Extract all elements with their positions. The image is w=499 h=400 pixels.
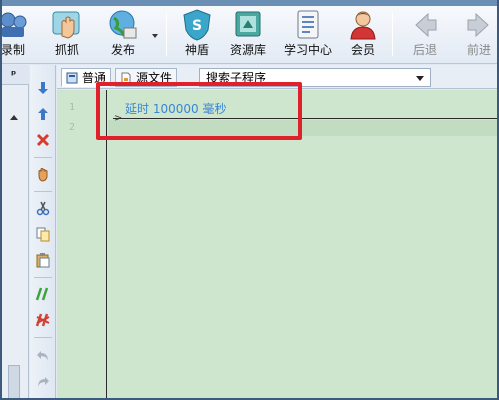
window-frame	[0, 0, 499, 400]
